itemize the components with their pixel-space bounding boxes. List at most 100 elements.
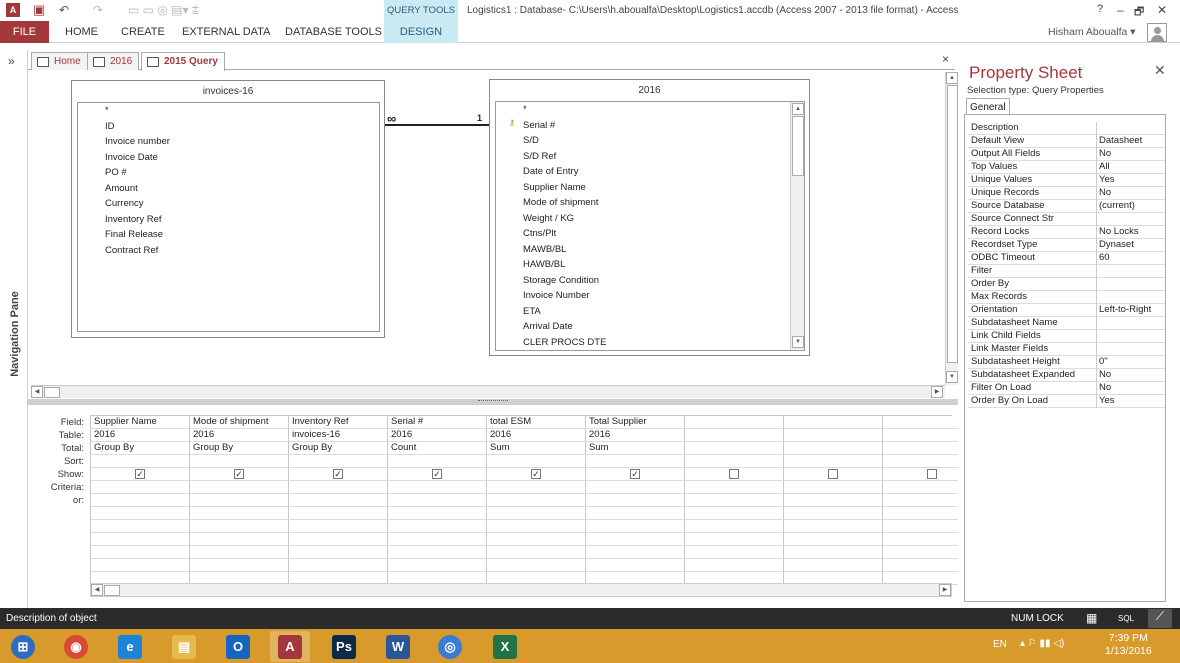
grid-or-cell[interactable] bbox=[289, 507, 388, 520]
language-indicator[interactable]: EN bbox=[993, 639, 1007, 650]
field-item[interactable]: PO # bbox=[105, 167, 127, 178]
upper-pane-hscroll[interactable]: ◀ ▶ bbox=[31, 385, 945, 398]
property-value[interactable]: No bbox=[1099, 148, 1111, 159]
grid-sort-cell[interactable] bbox=[784, 455, 883, 468]
grid-or-cell[interactable] bbox=[784, 507, 883, 520]
field-item[interactable]: Contract Ref bbox=[105, 245, 158, 256]
grid-show-cell[interactable] bbox=[685, 468, 784, 481]
grid-or-cell[interactable] bbox=[91, 507, 190, 520]
show-checkbox[interactable]: ✓ bbox=[234, 469, 244, 479]
grid-or-cell[interactable] bbox=[190, 533, 289, 546]
close-property-sheet-button[interactable]: ✕ bbox=[1154, 62, 1166, 79]
nav-expand-icon[interactable]: » bbox=[8, 54, 15, 68]
table-box-invoices-16[interactable]: invoices-16 * ID Invoice number Invoice … bbox=[71, 80, 385, 338]
field-item[interactable]: Invoice Number bbox=[523, 290, 590, 301]
property-row[interactable]: Subdatasheet Height 0" bbox=[968, 356, 1165, 369]
tab-2016-table[interactable]: 2016 bbox=[87, 52, 140, 70]
taskbar-access-button[interactable]: A bbox=[270, 631, 310, 662]
grid-total-cell[interactable]: Count bbox=[388, 442, 487, 455]
field-item[interactable]: MAWB/BL bbox=[523, 244, 566, 255]
grid-or-cell[interactable] bbox=[289, 494, 388, 507]
grid-or-cell[interactable] bbox=[190, 507, 289, 520]
grid-criteria-cell[interactable] bbox=[784, 481, 883, 494]
restore-button[interactable]: 🗗 bbox=[1134, 3, 1144, 22]
datasheet-view-icon[interactable]: ▦ bbox=[1086, 611, 1097, 625]
grid-table-cell[interactable]: 2016 bbox=[388, 429, 487, 442]
access-app-icon[interactable]: A bbox=[6, 3, 20, 17]
grid-field-cell[interactable]: Mode of shipment bbox=[190, 416, 289, 429]
scroll-right-icon[interactable]: ▶ bbox=[939, 584, 951, 596]
property-row[interactable]: Top Values All bbox=[968, 161, 1165, 174]
close-document-button[interactable]: × bbox=[942, 52, 949, 66]
grid-field-cell[interactable] bbox=[784, 416, 883, 429]
minimize-button[interactable]: – bbox=[1117, 3, 1124, 17]
grid-total-cell[interactable]: Sum bbox=[487, 442, 586, 455]
grid-or-cell[interactable] bbox=[91, 494, 190, 507]
tab-home[interactable]: HOME bbox=[65, 26, 98, 38]
grid-or-cell[interactable] bbox=[487, 520, 586, 533]
property-value[interactable]: (current) bbox=[1099, 200, 1135, 211]
field-item[interactable]: Arrival Date bbox=[523, 321, 573, 332]
grid-field-cell[interactable]: total ESM bbox=[487, 416, 586, 429]
property-value[interactable]: No Locks bbox=[1099, 226, 1139, 237]
property-value[interactable]: 0" bbox=[1099, 356, 1108, 367]
field-item[interactable]: Mode of shipment bbox=[523, 197, 599, 208]
grid-criteria-cell[interactable] bbox=[586, 481, 685, 494]
field-item[interactable]: S/D Ref bbox=[523, 151, 556, 162]
quick-access-customize-icon[interactable]: ▭ ▭ ◎ ▤▾ ⩲ bbox=[128, 3, 199, 18]
field-item[interactable]: Currency bbox=[105, 198, 144, 209]
grid-or-cell[interactable] bbox=[388, 507, 487, 520]
grid-table-cell[interactable]: 2016 bbox=[586, 429, 685, 442]
tab-file[interactable]: FILE bbox=[0, 21, 49, 43]
scroll-up-icon[interactable]: ▲ bbox=[792, 103, 804, 115]
grid-or-cell[interactable] bbox=[487, 507, 586, 520]
property-row[interactable]: Order By bbox=[968, 278, 1165, 291]
property-row[interactable]: Subdatasheet Name bbox=[968, 317, 1165, 330]
grid-or-cell[interactable] bbox=[685, 507, 784, 520]
grid-criteria-cell[interactable] bbox=[685, 481, 784, 494]
grid-or-cell[interactable] bbox=[487, 494, 586, 507]
property-row[interactable]: ODBC Timeout 60 bbox=[968, 252, 1165, 265]
grid-table-cell[interactable]: invoices-16 bbox=[289, 429, 388, 442]
field-item[interactable]: Ctns/Plt bbox=[523, 228, 556, 239]
taskbar-chrome-button[interactable]: ◉ bbox=[56, 631, 96, 662]
field-item[interactable]: Amount bbox=[105, 183, 138, 194]
grid-field-cell[interactable]: Inventory Ref bbox=[289, 416, 388, 429]
grid-or-cell[interactable] bbox=[388, 520, 487, 533]
grid-sort-cell[interactable] bbox=[685, 455, 784, 468]
field-item[interactable]: * bbox=[105, 105, 109, 116]
grid-show-cell[interactable]: ✓ bbox=[289, 468, 388, 481]
taskbar-start-button[interactable]: ⊞ bbox=[3, 631, 43, 662]
field-item[interactable]: ETA bbox=[523, 306, 541, 317]
taskbar-explorer-button[interactable]: ▤ bbox=[164, 631, 204, 662]
field-item[interactable]: S/D bbox=[523, 135, 539, 146]
grid-total-cell[interactable]: Group By bbox=[289, 442, 388, 455]
grid-criteria-cell[interactable] bbox=[388, 481, 487, 494]
tab-home-form[interactable]: Home bbox=[31, 52, 88, 70]
grid-show-cell[interactable]: ✓ bbox=[487, 468, 586, 481]
property-row[interactable]: Source Database (current) bbox=[968, 200, 1165, 213]
grid-sort-cell[interactable] bbox=[487, 455, 586, 468]
upper-pane-vscroll[interactable]: ▲ ▼ bbox=[945, 72, 958, 385]
grid-show-cell[interactable]: ✓ bbox=[586, 468, 685, 481]
grid-total-cell[interactable] bbox=[685, 442, 784, 455]
query-design-grid[interactable]: Field: Table: Total: Sort: Show: Criteri… bbox=[28, 405, 982, 606]
property-row[interactable]: Unique Records No bbox=[968, 187, 1165, 200]
grid-table-cell[interactable]: 2016 bbox=[487, 429, 586, 442]
property-row[interactable]: Order By On Load Yes bbox=[968, 395, 1165, 408]
field-item[interactable]: Invoice Date bbox=[105, 152, 158, 163]
splitter-grip[interactable] bbox=[478, 400, 508, 402]
grid-or-cell[interactable] bbox=[586, 507, 685, 520]
join-line[interactable] bbox=[385, 124, 490, 126]
tab-external-data[interactable]: EXTERNAL DATA bbox=[182, 26, 270, 38]
property-value[interactable]: No bbox=[1099, 187, 1111, 198]
avatar[interactable] bbox=[1147, 23, 1167, 42]
scroll-down-icon[interactable]: ▼ bbox=[946, 371, 958, 383]
field-list[interactable]: * ⚷ Serial # S/D S/D Ref Date of Entry S… bbox=[495, 101, 805, 351]
property-row[interactable]: Source Connect Str bbox=[968, 213, 1165, 226]
field-item[interactable]: Final Release bbox=[105, 229, 163, 240]
grid-or-cell[interactable] bbox=[91, 520, 190, 533]
grid-or-cell[interactable] bbox=[388, 494, 487, 507]
redo-icon[interactable]: ↷ bbox=[93, 3, 103, 17]
grid-sort-cell[interactable] bbox=[388, 455, 487, 468]
